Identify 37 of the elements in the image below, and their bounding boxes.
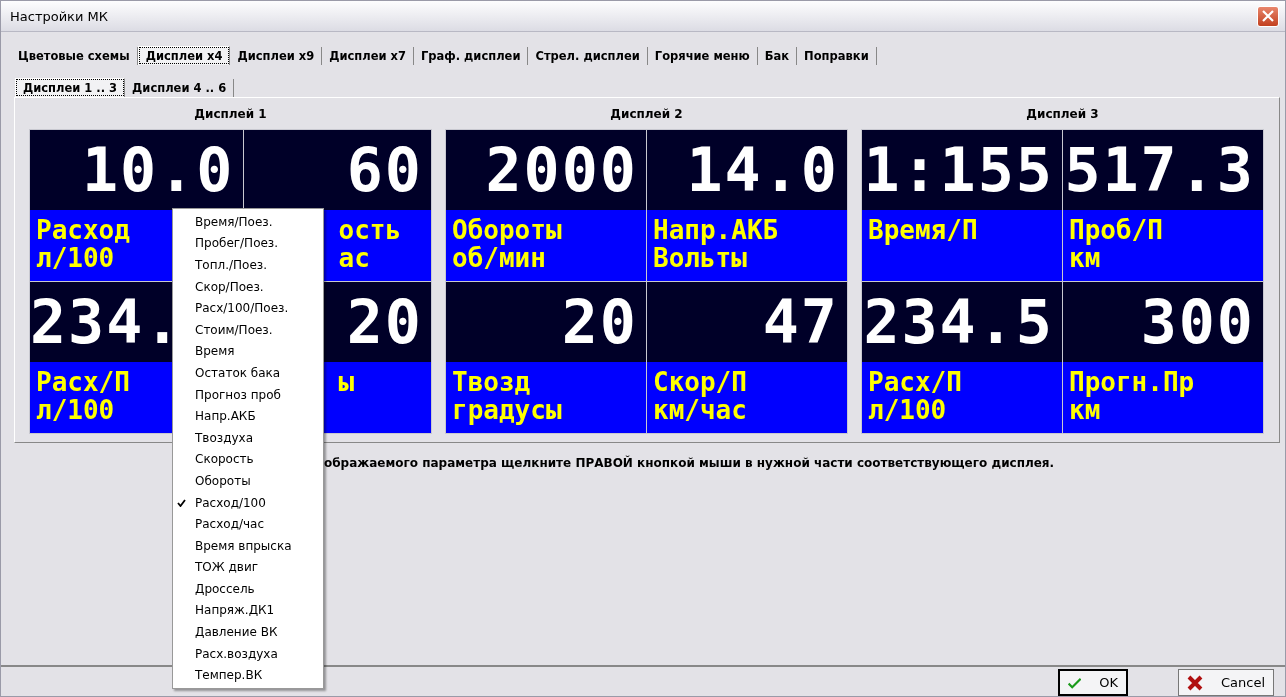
parameter-label: Расход	[36, 216, 130, 244]
parameter-label: ас	[338, 244, 370, 272]
parameter-label: Скор/П	[653, 368, 747, 396]
display-title: Дисплей 1	[193, 106, 268, 123]
value-readout: 234.5	[862, 282, 1062, 362]
window-title: Настройки МК	[10, 8, 108, 24]
parameter-label: Расх/П	[36, 368, 130, 396]
value-readout: 300	[1063, 282, 1263, 362]
instruction-text: ображаемого параметра щелкните ПРАВОЙ кнопкой мыши в нужной части соответствующего дисплея.	[324, 456, 1055, 470]
value-readout: 517.3	[1063, 130, 1263, 210]
parameter-label: Твозд	[452, 368, 531, 396]
display-title: Дисплей 2	[609, 106, 684, 123]
parameter-label: Время/П	[868, 216, 978, 244]
parameter-label: ы	[338, 368, 355, 396]
parameter-label: градусы	[452, 396, 562, 424]
parameter-label: Вольты	[653, 244, 747, 272]
value-readout: 2000	[446, 130, 646, 210]
parameter-label: л/100	[868, 396, 947, 424]
value-readout: 10.0	[30, 130, 243, 210]
parameter-label: ость	[338, 216, 402, 244]
value-readout: 60	[243, 130, 431, 210]
parameter-label: об/мин	[452, 244, 546, 272]
value-readout: 14.0	[647, 130, 847, 210]
parameter-label: км	[1069, 244, 1101, 272]
parameter-label: Напр.АКБ	[653, 216, 779, 244]
value-readout: 20	[446, 282, 646, 362]
display-title: Дисплей 3	[1025, 106, 1100, 123]
parameter-label: л/100	[36, 396, 115, 424]
parameter-label: Прогн.Пр	[1069, 368, 1195, 396]
value-readout: 47	[647, 282, 847, 362]
parameter-label: Проб/П	[1069, 216, 1163, 244]
parameter-label: Расх/П	[868, 368, 962, 396]
parameter-label: л/100	[36, 244, 115, 272]
value-readout: 1:155	[862, 130, 1062, 210]
parameter-label: км/час	[653, 396, 747, 424]
parameter-label: км	[1069, 396, 1101, 424]
parameter-label: Обороты	[452, 216, 562, 244]
